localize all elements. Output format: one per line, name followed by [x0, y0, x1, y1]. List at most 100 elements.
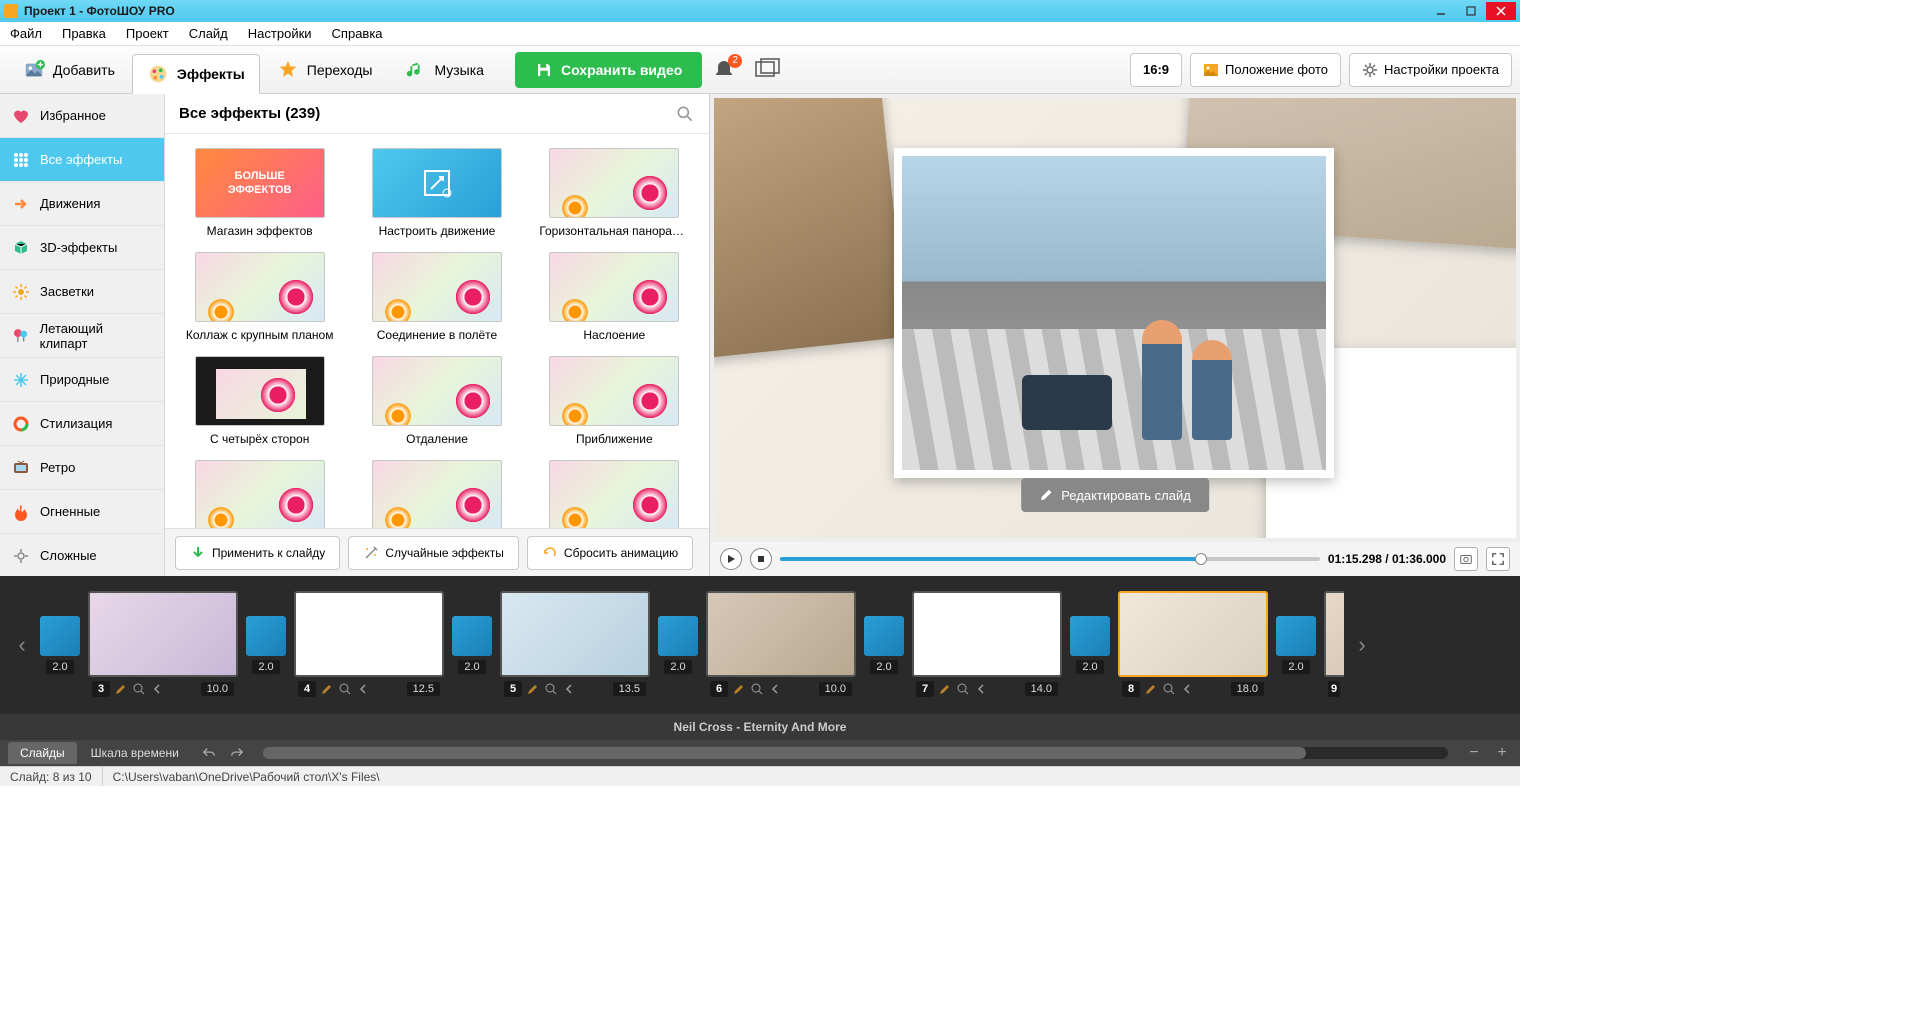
- scrollbar-thumb[interactable]: [263, 747, 1306, 759]
- chevron-left-icon[interactable]: [356, 682, 370, 696]
- sidebar-item-0[interactable]: Избранное: [0, 94, 164, 138]
- transition-thumb[interactable]: [1276, 616, 1316, 656]
- project-settings-button[interactable]: Настройки проекта: [1349, 53, 1512, 87]
- slide-thumb[interactable]: [706, 591, 856, 677]
- maximize-button[interactable]: [1456, 2, 1486, 20]
- effects-grid[interactable]: БОЛЬШЕЭФФЕКТОВМагазин эффектовНастроить …: [165, 134, 709, 528]
- effect-item[interactable]: БОЛЬШЕЭФФЕКТОВМагазин эффектов: [175, 148, 344, 238]
- preview-canvas[interactable]: Редактировать слайд: [714, 98, 1516, 538]
- seek-bar[interactable]: [780, 557, 1320, 561]
- snapshot-button[interactable]: [1454, 547, 1478, 571]
- slide-token[interactable]: 412.5: [294, 591, 444, 699]
- view-tab-0[interactable]: Слайды: [8, 742, 77, 764]
- fullscreen-button[interactable]: [1486, 547, 1510, 571]
- slide-thumb[interactable]: [294, 591, 444, 677]
- sidebar-item-5[interactable]: Летающий клипарт: [0, 314, 164, 358]
- slide-thumb[interactable]: [500, 591, 650, 677]
- pencil-icon[interactable]: [1144, 682, 1158, 696]
- effect-item[interactable]: Отдаление: [352, 356, 521, 446]
- transition-token[interactable]: 2.0: [864, 616, 904, 674]
- transition-thumb[interactable]: [864, 616, 904, 656]
- sidebar-item-3[interactable]: 3D-эффекты: [0, 226, 164, 270]
- menu-файл[interactable]: Файл: [0, 22, 52, 45]
- effect-item[interactable]: [352, 460, 521, 528]
- chevron-left-icon[interactable]: [768, 682, 782, 696]
- slide-token[interactable]: 9: [1324, 591, 1344, 699]
- slide-token[interactable]: 714.0: [912, 591, 1062, 699]
- chevron-left-icon[interactable]: [974, 682, 988, 696]
- pencil-icon[interactable]: [526, 682, 540, 696]
- seek-knob[interactable]: [1195, 553, 1207, 565]
- transition-thumb[interactable]: [452, 616, 492, 656]
- transition-token[interactable]: 2.0: [658, 616, 698, 674]
- stop-button[interactable]: [750, 548, 772, 570]
- sidebar-item-10[interactable]: Сложные: [0, 534, 164, 576]
- close-button[interactable]: [1486, 2, 1516, 20]
- chevron-left-icon[interactable]: [562, 682, 576, 696]
- timeline-scrollbar[interactable]: [263, 747, 1448, 759]
- menu-правка[interactable]: Правка: [52, 22, 116, 45]
- pencil-icon[interactable]: [320, 682, 334, 696]
- slide-token[interactable]: 310.0: [88, 591, 238, 699]
- menu-слайд[interactable]: Слайд: [179, 22, 238, 45]
- slide-thumb[interactable]: [88, 591, 238, 677]
- timeline-track[interactable]: ‹ 2.0310.02.0412.52.0513.52.0610.02.0714…: [0, 576, 1520, 714]
- pencil-icon[interactable]: [732, 682, 746, 696]
- sidebar-item-9[interactable]: Огненные: [0, 490, 164, 534]
- minimize-button[interactable]: [1426, 2, 1456, 20]
- random-effects-button[interactable]: Случайные эффекты: [348, 536, 519, 570]
- menu-настройки[interactable]: Настройки: [238, 22, 322, 45]
- tab-add[interactable]: Добавить: [8, 50, 130, 90]
- chevron-left-icon[interactable]: [150, 682, 164, 696]
- transition-token[interactable]: 2.0: [40, 616, 80, 674]
- slide-thumb[interactable]: [912, 591, 1062, 677]
- zoom-icon[interactable]: [956, 682, 970, 696]
- sidebar-item-6[interactable]: Природные: [0, 358, 164, 402]
- effect-item[interactable]: [530, 460, 699, 528]
- audio-track[interactable]: Neil Cross - Eternity And More: [0, 714, 1520, 740]
- effect-item[interactable]: Соединение в полёте: [352, 252, 521, 342]
- pencil-icon[interactable]: [938, 682, 952, 696]
- zoom-out-button[interactable]: −: [1464, 743, 1484, 763]
- menu-справка[interactable]: Справка: [322, 22, 393, 45]
- effect-item[interactable]: Горизонтальная панорам...: [530, 148, 699, 238]
- slide-thumb[interactable]: [1118, 591, 1268, 677]
- zoom-icon[interactable]: [132, 682, 146, 696]
- transition-thumb[interactable]: [40, 616, 80, 656]
- effect-item[interactable]: Коллаж с крупным планом: [175, 252, 344, 342]
- zoom-icon[interactable]: [1162, 682, 1176, 696]
- effect-item[interactable]: Настроить движение: [352, 148, 521, 238]
- sidebar-item-2[interactable]: Движения: [0, 182, 164, 226]
- search-icon[interactable]: [675, 104, 695, 124]
- zoom-in-button[interactable]: +: [1492, 743, 1512, 763]
- slide-token[interactable]: 513.5: [500, 591, 650, 699]
- transition-token[interactable]: 2.0: [452, 616, 492, 674]
- play-button[interactable]: [720, 548, 742, 570]
- transition-token[interactable]: 2.0: [1276, 616, 1316, 674]
- redo-button[interactable]: [227, 743, 247, 763]
- gallery-button[interactable]: [754, 58, 782, 82]
- aspect-ratio-button[interactable]: 16:9: [1130, 53, 1182, 87]
- transition-thumb[interactable]: [246, 616, 286, 656]
- effect-item[interactable]: Приближение: [530, 356, 699, 446]
- transition-token[interactable]: 2.0: [1070, 616, 1110, 674]
- timeline-prev-button[interactable]: ‹: [12, 615, 32, 675]
- sidebar-item-4[interactable]: Засветки: [0, 270, 164, 314]
- timeline-next-button[interactable]: ›: [1352, 615, 1372, 675]
- zoom-icon[interactable]: [544, 682, 558, 696]
- apply-to-slide-button[interactable]: Применить к слайду: [175, 536, 340, 570]
- tab-effects[interactable]: Эффекты: [132, 54, 260, 94]
- sidebar-item-7[interactable]: Стилизация: [0, 402, 164, 446]
- reset-animation-button[interactable]: Сбросить анимацию: [527, 536, 693, 570]
- tab-transitions[interactable]: Переходы: [262, 50, 388, 90]
- pencil-icon[interactable]: [114, 682, 128, 696]
- view-tab-1[interactable]: Шкала времени: [79, 742, 191, 764]
- undo-button[interactable]: [199, 743, 219, 763]
- sidebar-item-1[interactable]: Все эффекты: [0, 138, 164, 182]
- effect-item[interactable]: С четырёх сторон: [175, 356, 344, 446]
- effect-item[interactable]: [175, 460, 344, 528]
- chevron-left-icon[interactable]: [1180, 682, 1194, 696]
- save-video-button[interactable]: Сохранить видео: [515, 52, 702, 88]
- slide-token[interactable]: 818.0: [1118, 591, 1268, 699]
- photo-position-button[interactable]: Положение фото: [1190, 53, 1341, 87]
